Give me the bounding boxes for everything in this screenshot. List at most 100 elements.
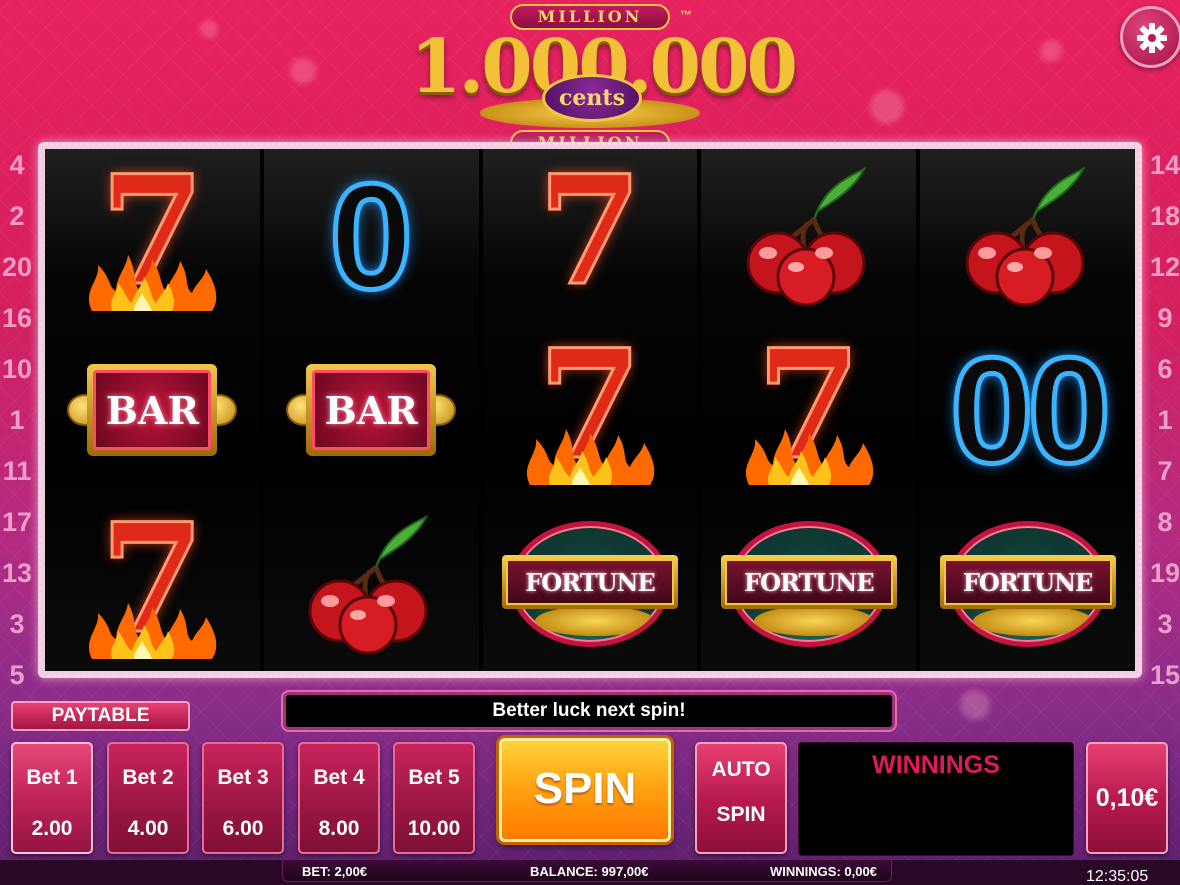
coins-icon	[972, 606, 1093, 636]
cherry-icon	[746, 166, 867, 306]
reel-3: 7 7 FORTUNE	[482, 149, 698, 671]
status-balance: BALANCE: 997,00€	[530, 864, 649, 879]
payline-number[interactable]: 1	[1148, 407, 1180, 458]
seven-glyph: 7	[536, 143, 643, 319]
zero-symbol: 0	[327, 152, 415, 320]
bet-label: Bet 1	[26, 766, 78, 789]
bet-label: Bet 4	[313, 766, 365, 789]
reel-5: 00 FORTUNE	[920, 149, 1135, 671]
seven-symbol: 7	[505, 150, 675, 313]
fortune-symbol: FORTUNE	[939, 521, 1116, 647]
reel-cell: FORTUNE	[701, 497, 916, 671]
payline-number[interactable]: 16	[0, 305, 34, 356]
gear-icon	[1137, 23, 1167, 53]
winnings-panel: WINNINGS	[798, 742, 1074, 856]
bet-value: 8.00	[318, 817, 360, 840]
bet-1-button[interactable]: Bet 1 2.00	[11, 742, 93, 854]
bar-symbol: BAR	[286, 362, 457, 458]
bokeh-light	[200, 20, 218, 38]
bet-value: 6.00	[222, 817, 264, 840]
payline-number[interactable]: 11	[0, 458, 34, 509]
coins-icon	[753, 606, 874, 636]
fortune-text: FORTUNE	[525, 567, 655, 597]
payline-number[interactable]: 2	[0, 203, 34, 254]
fortune-symbol: FORTUNE	[501, 521, 678, 647]
status-panel: BET: 2,00€ BALANCE: 997,00€ WINNINGS: 0,…	[282, 860, 892, 882]
payline-number[interactable]: 1	[0, 407, 34, 458]
reel-cell: 0	[264, 149, 479, 323]
bet-2-button[interactable]: Bet 2 4.00	[107, 742, 189, 854]
bar-text: BAR	[105, 387, 199, 433]
reel-cell: 7	[483, 149, 698, 323]
winnings-label: WINNINGS	[872, 751, 1000, 779]
bet-4-button[interactable]: Bet 4 8.00	[298, 742, 380, 854]
reel-cell	[701, 149, 916, 323]
auto-spin-label-line1: AUTO	[711, 758, 771, 781]
fortune-text: FORTUNE	[962, 567, 1093, 597]
payline-number[interactable]: 15	[1148, 662, 1180, 713]
status-bar: BET: 2,00€ BALANCE: 997,00€ WINNINGS: 0,…	[0, 860, 1180, 885]
bet-value: 4.00	[127, 817, 169, 840]
payline-number[interactable]: 17	[0, 509, 34, 560]
payline-number[interactable]: 8	[1148, 509, 1180, 560]
payline-numbers-left: 4 2 20 16 10 1 11 17 13 3 5	[0, 152, 34, 713]
bet-label: Bet 3	[217, 766, 269, 789]
reel-2: 0 BAR	[263, 149, 479, 671]
payline-number[interactable]: 14	[1148, 152, 1180, 203]
payline-number[interactable]: 6	[1148, 356, 1180, 407]
bar-text: BAR	[324, 387, 418, 433]
reel-4: 7 FORTUNE	[701, 149, 917, 671]
payline-number[interactable]: 12	[1148, 254, 1180, 305]
double-zero-symbol: 00	[948, 326, 1114, 494]
reel-cell: BAR	[264, 323, 479, 497]
bokeh-light	[290, 58, 316, 84]
logo-cents: cents	[542, 74, 642, 122]
payline-number[interactable]: 20	[0, 254, 34, 305]
payline-number[interactable]: 19	[1148, 560, 1180, 611]
cherry-symbol	[734, 159, 884, 314]
coins-icon	[534, 606, 655, 636]
reel-cell	[264, 497, 479, 671]
cherry-icon	[308, 514, 429, 654]
payline-number[interactable]: 9	[1148, 305, 1180, 356]
payline-number[interactable]: 3	[0, 611, 34, 662]
bet-label: Bet 2	[122, 766, 174, 789]
payline-number[interactable]: 7	[1148, 458, 1180, 509]
seven-flame-symbol: 7	[505, 324, 675, 487]
game-logo: MILLION ™ 1.000.000 cents MILLION	[410, 2, 798, 156]
seven-flame-symbol: 7	[724, 324, 894, 487]
bar-symbol: BAR	[67, 362, 238, 458]
spin-button[interactable]: SPIN	[499, 738, 671, 842]
cherry-icon	[965, 166, 1085, 306]
fortune-symbol: FORTUNE	[720, 521, 897, 647]
paytable-button[interactable]: PAYTABLE	[11, 701, 190, 731]
reel-cell: 00	[920, 323, 1135, 497]
flame-icon	[745, 429, 874, 485]
reel-cell: 7	[701, 323, 916, 497]
flame-icon	[89, 603, 217, 659]
reel-cell: FORTUNE	[483, 497, 698, 671]
message-bar: Better luck next spin!	[283, 692, 895, 730]
flame-icon	[89, 255, 217, 311]
auto-spin-button[interactable]: AUTO SPIN	[695, 742, 787, 854]
cherry-symbol	[953, 159, 1103, 314]
bet-label: Bet 5	[408, 766, 460, 789]
reels-frame: 7 BAR 7 0 BAR 7 7 FORTUNE 7 FORTUNE 00 FORTUNE	[38, 142, 1142, 678]
reel-cell: BAR	[45, 323, 260, 497]
reel-1: 7 BAR 7	[45, 149, 260, 671]
reels-area: 7 BAR 7 0 BAR 7 7 FORTUNE 7 FORTUNE 00 FORTUNE	[45, 149, 1135, 671]
reel-cell: FORTUNE	[920, 497, 1135, 671]
reel-cell: 7	[45, 497, 260, 671]
fortune-text: FORTUNE	[744, 567, 874, 597]
payline-number[interactable]: 18	[1148, 203, 1180, 254]
status-winnings: WINNINGS: 0,00€	[770, 864, 877, 879]
payline-number[interactable]: 4	[0, 152, 34, 203]
payline-number[interactable]: 13	[0, 560, 34, 611]
reel-cell: 7	[45, 149, 260, 323]
settings-button[interactable]	[1120, 6, 1180, 68]
bet-5-button[interactable]: Bet 5 10.00	[393, 742, 475, 854]
coin-value-button[interactable]: 0,10€	[1086, 742, 1168, 854]
bet-3-button[interactable]: Bet 3 6.00	[202, 742, 284, 854]
payline-number[interactable]: 10	[0, 356, 34, 407]
payline-number[interactable]: 3	[1148, 611, 1180, 662]
